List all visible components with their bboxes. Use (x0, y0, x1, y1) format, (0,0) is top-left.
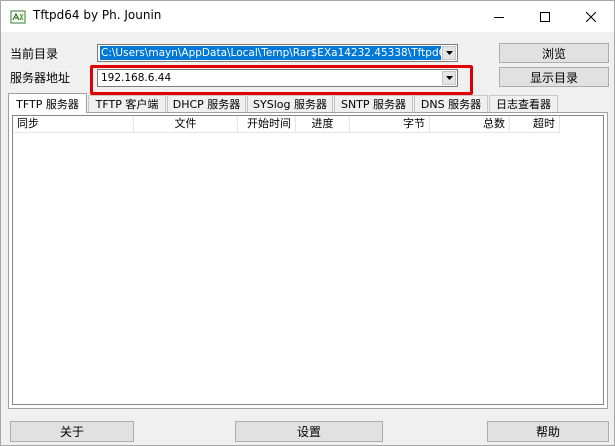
tab-panel: 同步 文件 开始时间 进度 字节 总数 超时 (8, 112, 608, 409)
current-dir-combo[interactable]: C:\Users\mayn\AppData\Local\Temp\Rar$EXa… (97, 44, 458, 62)
app-icon (10, 10, 26, 24)
maximize-icon (540, 11, 550, 22)
close-icon (586, 11, 596, 22)
tab-log-viewer[interactable]: 日志查看器 (489, 95, 558, 112)
column-header-bytes[interactable]: 字节 (350, 116, 430, 133)
about-button[interactable]: 关于 (10, 421, 134, 442)
chevron-down-icon[interactable] (442, 46, 456, 60)
tab-dns-server[interactable]: DNS 服务器 (414, 95, 488, 112)
tab-dhcp-server[interactable]: DHCP 服务器 (167, 95, 246, 112)
transfer-list[interactable]: 同步 文件 开始时间 进度 字节 总数 超时 (12, 115, 604, 405)
current-dir-value: C:\Users\mayn\AppData\Local\Temp\Rar$EXa… (100, 46, 441, 60)
column-header-sync[interactable]: 同步 (13, 116, 134, 133)
tab-syslog-server[interactable]: SYSlog 服务器 (247, 95, 333, 112)
highlight-annotation (90, 65, 473, 95)
column-header-timeout[interactable]: 超时 (510, 116, 560, 133)
current-dir-label: 当前目录 (10, 47, 59, 61)
minimize-button[interactable] (476, 1, 522, 32)
settings-button[interactable]: 设置 (235, 421, 383, 442)
show-dir-button[interactable]: 显示目录 (499, 67, 609, 87)
tab-sntp-server[interactable]: SNTP 服务器 (334, 95, 413, 112)
title-bar[interactable]: Tftpd64 by Ph. Jounin (1, 1, 614, 32)
help-button[interactable]: 帮助 (487, 421, 609, 442)
column-header-progress[interactable]: 进度 (296, 116, 350, 133)
tab-tftp-server[interactable]: TFTP 服务器 (8, 93, 87, 113)
minimize-icon (494, 16, 504, 18)
column-header-start-time[interactable]: 开始时间 (238, 116, 296, 133)
app-window: Tftpd64 by Ph. Jounin 当前目录 C:\Users\mayn… (0, 0, 615, 446)
tab-tftp-client[interactable]: TFTP 客户端 (88, 95, 166, 112)
column-header-total[interactable]: 总数 (430, 116, 510, 133)
list-header: 同步 文件 开始时间 进度 字节 总数 超时 (13, 116, 603, 133)
maximize-button[interactable] (522, 1, 568, 32)
close-button[interactable] (568, 1, 614, 32)
tab-strip: TFTP 服务器 TFTP 客户端 DHCP 服务器 SYSlog 服务器 SN… (8, 93, 608, 113)
column-header-file[interactable]: 文件 (134, 116, 238, 133)
server-addr-label: 服务器地址 (10, 71, 71, 85)
browse-button[interactable]: 浏览 (499, 43, 609, 63)
window-title: Tftpd64 by Ph. Jounin (33, 8, 162, 22)
